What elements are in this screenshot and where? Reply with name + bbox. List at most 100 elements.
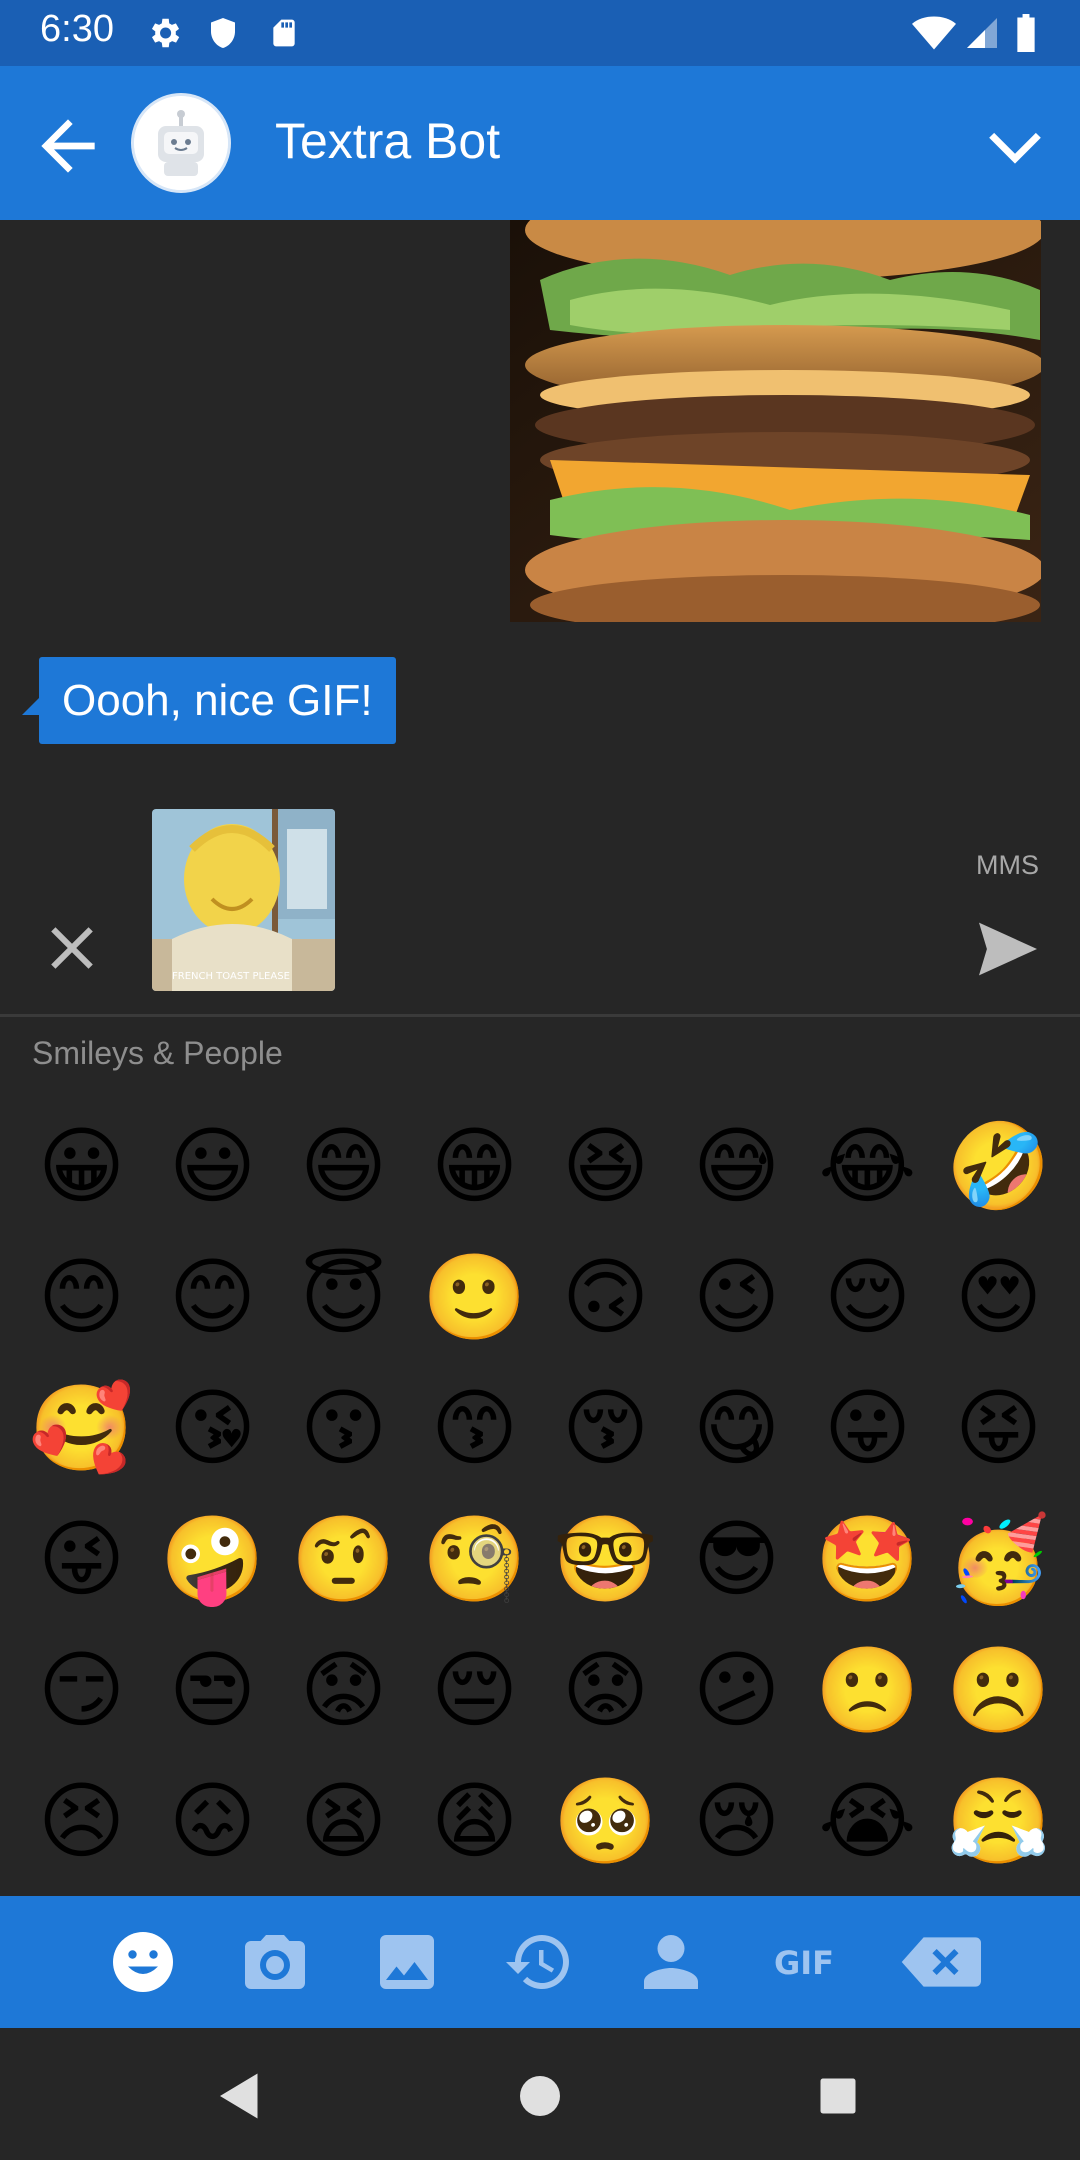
emoji-glyph: 🥳 [946, 1509, 1051, 1608]
emoji-key[interactable]: 😉 [671, 1231, 802, 1362]
emoji-key[interactable]: 🤩 [802, 1493, 933, 1624]
emoji-key[interactable]: 😆 [540, 1100, 671, 1231]
emoji-key[interactable]: 🤨 [278, 1493, 409, 1624]
wifi-icon [912, 14, 956, 56]
emoji-key[interactable]: 🥰 [16, 1362, 147, 1493]
emoji-key[interactable]: 😛 [802, 1362, 933, 1493]
emoji-key[interactable]: 😙 [409, 1362, 540, 1493]
emoji-key[interactable]: 😚 [540, 1362, 671, 1493]
gallery-button[interactable] [371, 1926, 443, 1998]
emoji-key[interactable]: 🙂 [409, 1231, 540, 1362]
contact-button[interactable] [635, 1926, 707, 1998]
emoji-key[interactable]: 🥳 [933, 1493, 1064, 1624]
emoji-glyph: 😂 [818, 1116, 917, 1215]
mms-label: MMS [976, 850, 1039, 880]
emoji-key[interactable]: 😤 [933, 1755, 1064, 1886]
avatar[interactable] [131, 93, 231, 193]
emoji-key[interactable]: 😔 [409, 1624, 540, 1755]
recent-button[interactable] [503, 1926, 575, 1998]
emoji-key[interactable]: 😃 [147, 1100, 278, 1231]
emoji-key[interactable]: 😇 [278, 1231, 409, 1362]
emoji-key[interactable]: 🤣 [933, 1100, 1064, 1231]
remove-attachment-button[interactable] [44, 920, 100, 976]
emoji-key[interactable]: 😂 [802, 1100, 933, 1231]
nav-back-button[interactable] [210, 2066, 270, 2126]
emoji-key[interactable]: 😝 [933, 1362, 1064, 1493]
emoji-glyph: 😟 [299, 1640, 388, 1739]
camera-button[interactable] [239, 1926, 311, 1998]
emoji-key[interactable]: 😭 [802, 1755, 933, 1886]
nav-home-button[interactable] [510, 2066, 570, 2126]
emoji-glyph: 🤩 [815, 1509, 920, 1608]
history-icon [506, 1935, 569, 1989]
emoji-key[interactable]: 😁 [409, 1100, 540, 1231]
back-button[interactable] [28, 106, 108, 186]
robot-avatar-icon [134, 96, 228, 190]
emoji-key[interactable]: 🧐 [409, 1493, 540, 1624]
emoji-icon [113, 1932, 173, 1992]
emoji-glyph: 😢 [692, 1771, 781, 1870]
emoji-key[interactable]: 😩 [409, 1755, 540, 1886]
emoji-key[interactable]: 😎 [671, 1493, 802, 1624]
status-time: 6:30 [40, 8, 114, 50]
emoji-key[interactable]: 🥺 [540, 1755, 671, 1886]
emoji-key[interactable]: 😘 [147, 1362, 278, 1493]
emoji-key[interactable]: 🤓 [540, 1493, 671, 1624]
emoji-key[interactable]: 😣 [16, 1755, 147, 1886]
expand-button[interactable] [980, 112, 1050, 182]
emoji-key[interactable]: 😢 [671, 1755, 802, 1886]
emoji-glyph: 😉 [692, 1247, 781, 1346]
arrow-left-icon [41, 119, 95, 173]
emoji-key[interactable]: ☹️ [933, 1624, 1064, 1755]
gif-message[interactable] [510, 220, 1041, 622]
send-button[interactable] [976, 920, 1040, 978]
backspace-button[interactable] [899, 1926, 981, 1998]
emoji-tab-button[interactable] [107, 1926, 179, 1998]
emoji-glyph: 😛 [823, 1378, 912, 1477]
message-text: Oooh, nice GIF! [62, 676, 373, 725]
system-nav-bar [0, 2028, 1080, 2160]
emoji-key[interactable]: 😜 [16, 1493, 147, 1624]
emoji-glyph: 🙁 [815, 1640, 920, 1739]
gif-label: GIF [774, 1944, 834, 1982]
emoji-key[interactable]: 😍 [933, 1231, 1064, 1362]
emoji-glyph: 😆 [561, 1116, 650, 1215]
chevron-down-icon [989, 132, 1041, 164]
attachment-thumbnail[interactable]: FRENCH TOAST PLEASE [152, 809, 335, 991]
emoji-key[interactable]: 😕 [671, 1624, 802, 1755]
emoji-glyph: 😕 [692, 1640, 781, 1739]
gif-button[interactable]: GIF [762, 1926, 846, 1998]
emoji-glyph: 😀 [37, 1116, 126, 1215]
emoji-glyph: 😗 [299, 1378, 388, 1477]
emoji-key[interactable]: 🙃 [540, 1231, 671, 1362]
emoji-glyph: 😊 [168, 1247, 257, 1346]
emoji-key[interactable]: 🙁 [802, 1624, 933, 1755]
emoji-glyph: 😝 [954, 1378, 1043, 1477]
emoji-glyph: 😣 [37, 1771, 126, 1870]
emoji-key[interactable]: 😊 [16, 1231, 147, 1362]
simpsons-gif-image: FRENCH TOAST PLEASE [152, 809, 335, 991]
camera-icon [245, 1935, 305, 1989]
home-circle-icon [520, 2076, 560, 2116]
emoji-glyph: 😩 [430, 1771, 519, 1870]
emoji-key[interactable]: 😟 [278, 1624, 409, 1755]
emoji-glyph: 😭 [818, 1771, 917, 1870]
emoji-key[interactable]: 😟 [540, 1624, 671, 1755]
emoji-key[interactable]: 😀 [16, 1100, 147, 1231]
incoming-message[interactable]: Oooh, nice GIF! [39, 657, 396, 744]
emoji-key[interactable]: 😒 [147, 1624, 278, 1755]
emoji-key[interactable]: 😋 [671, 1362, 802, 1493]
emoji-key[interactable]: 😌 [802, 1231, 933, 1362]
emoji-key[interactable]: 😫 [278, 1755, 409, 1886]
emoji-key[interactable]: 😖 [147, 1755, 278, 1886]
nav-recents-button[interactable] [808, 2066, 868, 2126]
emoji-category-label: Smileys & People [32, 1035, 283, 1071]
emoji-key[interactable]: 😗 [278, 1362, 409, 1493]
emoji-key[interactable]: 😊 [147, 1231, 278, 1362]
emoji-key[interactable]: 😅 [671, 1100, 802, 1231]
emoji-glyph: 😏 [37, 1640, 126, 1739]
emoji-key[interactable]: 😄 [278, 1100, 409, 1231]
emoji-key[interactable]: 🤪 [147, 1493, 278, 1624]
emoji-glyph: 😘 [168, 1378, 257, 1477]
emoji-key[interactable]: 😏 [16, 1624, 147, 1755]
